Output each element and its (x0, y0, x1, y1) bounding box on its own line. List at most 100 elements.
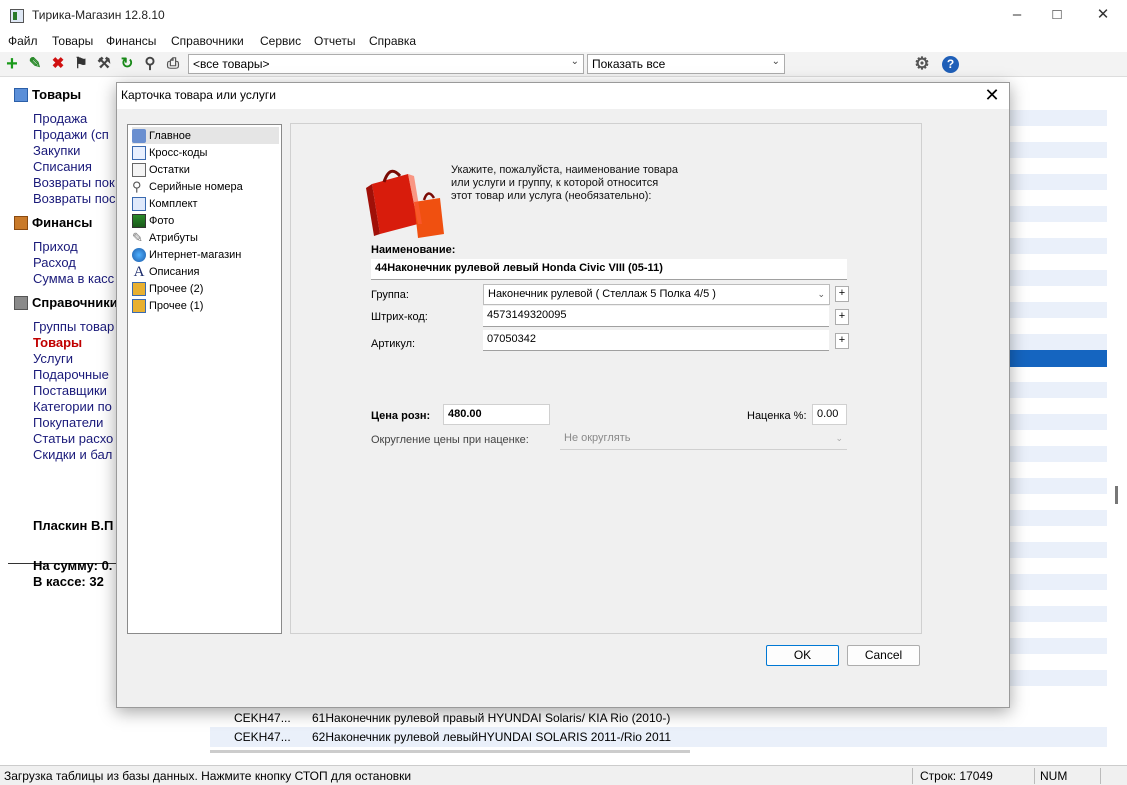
close-window-button[interactable]: ✕ (1080, 0, 1126, 32)
add-article-button[interactable]: + (835, 333, 849, 349)
rounding-select[interactable]: Не округлять ⌄ (560, 429, 847, 450)
nav-item-stock[interactable]: Остатки (132, 161, 279, 178)
nav-item-other-1[interactable]: Прочее (1) (132, 297, 279, 314)
sidebar-section-references: Справочники (14, 295, 118, 310)
menu-file[interactable]: Файл (8, 34, 38, 48)
filter-combo[interactable]: <все товары> ⌄ (188, 54, 584, 74)
sidebar-item-returns-suppliers[interactable]: Возвраты пос (33, 191, 115, 206)
cancel-button[interactable]: Cancel (847, 645, 920, 666)
sidebar-item-suppliers[interactable]: Поставщики (33, 383, 107, 398)
sidebar-item-sale[interactable]: Продажа (33, 111, 87, 126)
sidebar-item-income[interactable]: Приход (33, 239, 78, 254)
nav-label: Прочее (2) (149, 282, 204, 295)
markup-input[interactable]: 0.00 (812, 404, 847, 425)
dialog-title: Карточка товара или услуги (121, 88, 276, 102)
vertical-scrollbar[interactable] (1107, 78, 1127, 748)
chevron-down-icon: ⌄ (835, 433, 843, 443)
box-icon (132, 298, 146, 313)
sidebar-item-products[interactable]: Товары (33, 335, 82, 350)
nav-item-photo[interactable]: Фото (132, 212, 279, 229)
article-input[interactable]: 07050342 (483, 330, 829, 351)
sidebar-item-discounts[interactable]: Скидки и бал (33, 447, 112, 462)
nav-item-attributes[interactable]: ✎ Атрибуты (132, 229, 279, 246)
nav-label: Фото (149, 214, 175, 227)
dialog-close-icon[interactable]: ✕ (981, 85, 1003, 106)
ok-button[interactable]: OK (766, 645, 839, 666)
dialog-titlebar: Карточка товара или услуги ✕ (117, 83, 1009, 109)
group-select[interactable]: Наконечник рулевой ( Стеллаж 5 Полка 4/5… (483, 284, 830, 305)
books-icon (14, 295, 28, 310)
table-row[interactable]: CEKH47... 61Наконечник рулевой правый HY… (210, 708, 1107, 728)
horizontal-scrollbar[interactable] (210, 750, 690, 753)
menu-service[interactable]: Сервис (260, 34, 301, 48)
sidebar-item-customers[interactable]: Покупатели (33, 415, 103, 430)
status-divider (912, 768, 913, 784)
table-row[interactable]: CEKH47... 62Наконечник рулевой левыйHYUN… (210, 727, 1107, 747)
add-icon[interactable]: + (3, 54, 21, 74)
sidebar-item-services[interactable]: Услуги (33, 351, 73, 366)
show-combo[interactable]: Показать все ⌄ (587, 54, 785, 74)
nav-item-descriptions[interactable]: A Описания (132, 263, 279, 280)
nav-label: Описания (149, 265, 200, 278)
refresh-icon[interactable]: ↻ (118, 55, 136, 73)
instruction-line: или услуги и группу, к которой относится (451, 177, 659, 189)
nav-label: Серийные номера (149, 180, 243, 193)
nav-item-other-2[interactable]: Прочее (2) (132, 280, 279, 297)
menu-references[interactable]: Справочники (171, 34, 244, 48)
add-barcode-button[interactable]: + (835, 309, 849, 325)
barcode-input[interactable]: 4573149320095 (483, 306, 829, 327)
markup-label: Наценка %: (747, 410, 807, 422)
nav-label: Главное (149, 129, 192, 142)
add-group-button[interactable]: + (835, 286, 849, 302)
filter-combo-value: <все товары> (193, 57, 270, 71)
menu-help[interactable]: Справка (369, 34, 416, 48)
menu-reports[interactable]: Отчеты (314, 34, 355, 48)
nav-label: Комплект (149, 197, 198, 210)
nav-item-webshop[interactable]: Интернет-магазин (132, 246, 279, 263)
sidebar-item-returns-customers[interactable]: Возвраты пок (33, 175, 115, 190)
sidebar-item-expense[interactable]: Расход (33, 255, 76, 270)
name-input[interactable]: 44Наконечник рулевой левый Honda Civic V… (371, 259, 847, 280)
font-icon: A (133, 263, 145, 280)
search-icon[interactable]: ⚲ (141, 55, 159, 73)
list-icon (132, 162, 146, 177)
settings-gear-icon[interactable]: ⚙ (913, 55, 931, 73)
globe-icon (132, 247, 146, 262)
nav-item-kit[interactable]: Комплект (132, 195, 279, 212)
kit-icon (132, 196, 146, 211)
tools-icon[interactable]: ⚒ (95, 55, 113, 73)
edit-icon[interactable]: ✎ (26, 55, 44, 73)
print-icon[interactable]: ⎙ (164, 55, 182, 73)
box-icon (14, 87, 28, 102)
instruction-text: Укажите, пожалуйста, наименование товара… (451, 164, 711, 203)
sidebar-item-writeoffs[interactable]: Списания (33, 159, 92, 174)
sidebar-item-categories[interactable]: Категории по (33, 399, 112, 414)
nav-item-serial[interactable]: ⚲ Серийные номера (132, 178, 279, 195)
sum-label: На сумму: 0. (33, 558, 113, 573)
scroll-thumb[interactable] (1115, 486, 1118, 504)
maximize-button[interactable]: □ (1034, 0, 1080, 32)
chevron-down-icon: ⌄ (817, 289, 825, 299)
toolbar: + ✎ ✖ ⚑ ⚒ ↻ ⚲ ⎙ <все товары> ⌄ Показать … (0, 52, 1127, 77)
sidebar-item-cash-sum[interactable]: Сумма в касс (33, 271, 114, 286)
sidebar-item-purchases[interactable]: Закупки (33, 143, 80, 158)
delete-icon[interactable]: ✖ (49, 55, 67, 73)
nav-label: Интернет-магазин (149, 248, 242, 261)
image-icon (132, 213, 146, 228)
menu-finance[interactable]: Финансы (106, 34, 156, 48)
menu-goods[interactable]: Товары (52, 34, 93, 48)
flag-icon[interactable]: ⚑ (72, 55, 90, 73)
help-icon[interactable]: ? (942, 56, 959, 73)
instruction-line: Укажите, пожалуйста, наименование товара (451, 164, 678, 176)
sidebar-item-sales[interactable]: Продажи (сп (33, 127, 109, 142)
sidebar-item-product-groups[interactable]: Группы товар (33, 319, 114, 334)
status-divider (1034, 768, 1035, 784)
home-icon (132, 128, 146, 143)
sidebar-item-gift[interactable]: Подарочные (33, 367, 109, 382)
nav-item-crosscodes[interactable]: Кросс-коды (132, 144, 279, 161)
sidebar-item-expense-items[interactable]: Статьи расхо (33, 431, 113, 446)
nav-item-main[interactable]: Главное (132, 127, 279, 144)
price-input[interactable]: 480.00 (443, 404, 550, 425)
rounding-label: Округление цены при наценке: (371, 434, 529, 446)
shopping-bag-icon (366, 169, 444, 238)
